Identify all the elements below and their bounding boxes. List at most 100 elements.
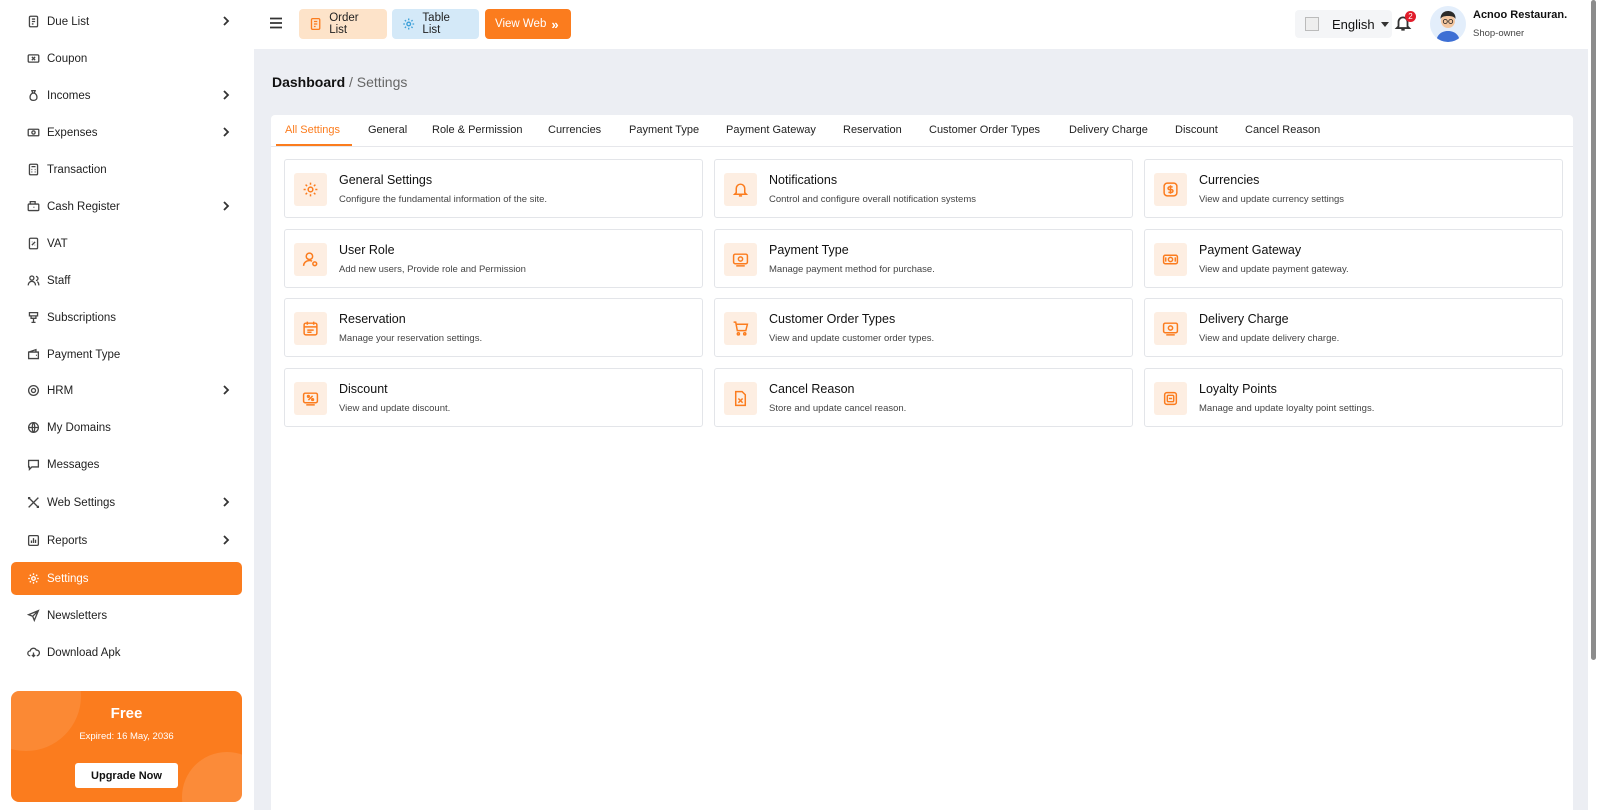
decorative-circle	[182, 752, 242, 802]
sidebar-item-label: Newsletters	[47, 609, 108, 622]
card-title: Reservation	[339, 312, 406, 326]
sidebar-item-label: Due List	[47, 15, 90, 28]
chevron-right-icon	[220, 15, 232, 27]
sidebar-item-expenses[interactable]: Expenses	[11, 116, 242, 149]
active-tab-indicator	[276, 144, 352, 146]
settings-card-payment-gateway[interactable]: Payment Gateway View and update payment …	[1144, 229, 1563, 288]
table-list-button[interactable]: Table List	[392, 9, 479, 39]
cancel-document-icon	[724, 382, 757, 415]
sidebar-item-coupon[interactable]: Coupon	[11, 42, 242, 75]
sidebar-item-payment-type[interactable]: Payment Type	[11, 338, 242, 371]
settings-card-currencies[interactable]: Currencies View and update currency sett…	[1144, 159, 1563, 218]
upgrade-now-button[interactable]: Upgrade Now	[75, 763, 178, 788]
user-gear-icon	[294, 243, 327, 276]
sidebar-item-label: Incomes	[47, 89, 91, 102]
chevron-right-icon	[220, 384, 232, 396]
language-selector[interactable]: English	[1295, 10, 1392, 38]
sidebar-item-hrm[interactable]: HRM	[11, 374, 242, 407]
settings-card-notifications[interactable]: Notifications Control and configure over…	[714, 159, 1133, 218]
settings-card-loyalty-points[interactable]: Loyalty Points Manage and update loyalty…	[1144, 368, 1563, 427]
sidebar-item-cash-register[interactable]: Cash Register	[11, 190, 242, 223]
bell-icon	[724, 173, 757, 206]
cash-icon	[26, 126, 40, 140]
sidebar-item-reports[interactable]: Reports	[11, 524, 242, 557]
scrollbar-thumb[interactable]	[1591, 0, 1596, 660]
sidebar-item-messages[interactable]: Messages	[11, 448, 242, 481]
sidebar-item-label: Subscriptions	[47, 311, 117, 324]
vat-icon	[26, 237, 40, 251]
cloud-download-icon	[26, 646, 40, 660]
breadcrumb: Dashboard / Settings	[272, 74, 407, 90]
coupon-icon	[26, 52, 40, 66]
sidebar-item-newsletters[interactable]: Newsletters	[11, 599, 242, 632]
calendar-icon	[294, 312, 327, 345]
document-icon	[310, 17, 321, 31]
discount-icon	[294, 382, 327, 415]
tab-payment-gateway[interactable]: Payment Gateway	[726, 124, 816, 136]
gateway-icon	[1154, 243, 1187, 276]
caret-down-icon	[1380, 21, 1389, 27]
sidebar-item-incomes[interactable]: Incomes	[11, 79, 242, 112]
breadcrumb-current: Settings	[356, 74, 408, 90]
gear-icon	[294, 173, 327, 206]
sidebar-item-staff[interactable]: Staff	[11, 264, 242, 297]
tab-all-settings[interactable]: All Settings	[285, 124, 340, 136]
tab-payment-type[interactable]: Payment Type	[629, 124, 699, 136]
receipt-icon	[26, 15, 40, 29]
sidebar-item-download-apk[interactable]: Download Apk	[11, 636, 242, 669]
view-web-label: View Web	[495, 18, 547, 30]
sidebar-item-label: Reports	[47, 534, 88, 547]
settings-card-general[interactable]: General Settings Configure the fundament…	[284, 159, 703, 218]
settings-card-payment-type[interactable]: Payment Type Manage payment method for p…	[714, 229, 1133, 288]
tools-icon	[26, 496, 40, 510]
flag-icon	[1305, 17, 1319, 31]
settings-card-cancel-reason[interactable]: Cancel Reason Store and update cancel re…	[714, 368, 1133, 427]
settings-card-user-role[interactable]: User Role Add new users, Provide role an…	[284, 229, 703, 288]
sidebar-item-subscriptions[interactable]: Subscriptions	[11, 301, 242, 334]
breadcrumb-dashboard[interactable]: Dashboard	[272, 74, 345, 90]
settings-card-reservation[interactable]: Reservation Manage your reservation sett…	[284, 298, 703, 357]
notification-badge: 2	[1405, 11, 1416, 22]
card-title: Payment Gateway	[1199, 243, 1302, 257]
view-web-button[interactable]: View Web »	[485, 9, 571, 39]
sidebar-item-label: Messages	[47, 458, 100, 471]
settings-card-delivery-charge[interactable]: Delivery Charge View and update delivery…	[1144, 298, 1563, 357]
settings-card-customer-order-types[interactable]: Customer Order Types View and update cus…	[714, 298, 1133, 357]
tab-discount[interactable]: Discount	[1175, 124, 1218, 136]
card-description: Control and configure overall notificati…	[769, 194, 976, 205]
double-chevron-right-icon: »	[551, 16, 559, 32]
plan-expiry: Expired: 16 May, 2036	[79, 731, 174, 742]
order-list-button[interactable]: Order List	[299, 9, 387, 39]
sidebar-item-web-settings[interactable]: Web Settings	[11, 486, 242, 519]
tab-reservation[interactable]: Reservation	[843, 124, 902, 136]
sidebar-item-settings[interactable]: Settings	[11, 562, 242, 595]
plan-card: Free Expired: 16 May, 2036 Upgrade Now	[11, 691, 242, 802]
tab-currencies[interactable]: Currencies	[548, 124, 601, 136]
sidebar-item-label: My Domains	[47, 421, 111, 434]
sidebar-item-my-domains[interactable]: My Domains	[11, 411, 242, 444]
gear-icon	[26, 572, 40, 586]
settings-card-discount[interactable]: Discount View and update discount.	[284, 368, 703, 427]
cash-register-icon	[26, 200, 40, 214]
report-icon	[26, 534, 40, 548]
sidebar-item-vat[interactable]: VAT	[11, 227, 242, 260]
tab-role-permission[interactable]: Role & Permission	[432, 124, 522, 136]
tab-delivery-charge[interactable]: Delivery Charge	[1069, 124, 1148, 136]
sidebar-item-label: Download Apk	[47, 646, 121, 659]
card-title: Loyalty Points	[1199, 382, 1277, 396]
sidebar-item-label: Cash Register	[47, 200, 120, 213]
hamburger-menu-icon[interactable]	[268, 15, 284, 31]
tab-general[interactable]: General	[368, 124, 407, 136]
card-description: View and update customer order types.	[769, 333, 935, 344]
settings-panel: All Settings General Role & Permission C…	[271, 115, 1573, 810]
tab-customer-order-types[interactable]: Customer Order Types	[929, 124, 1040, 136]
sidebar-item-transaction[interactable]: Transaction	[11, 153, 242, 186]
avatar[interactable]	[1430, 6, 1466, 42]
chevron-right-icon	[220, 126, 232, 138]
sidebar-item-due-list[interactable]: Due List	[11, 5, 242, 38]
card-title: General Settings	[339, 173, 433, 187]
dollar-icon	[1154, 173, 1187, 206]
card-title: Cancel Reason	[769, 382, 855, 396]
tab-cancel-reason[interactable]: Cancel Reason	[1245, 124, 1320, 136]
card-title: Delivery Charge	[1199, 312, 1289, 326]
